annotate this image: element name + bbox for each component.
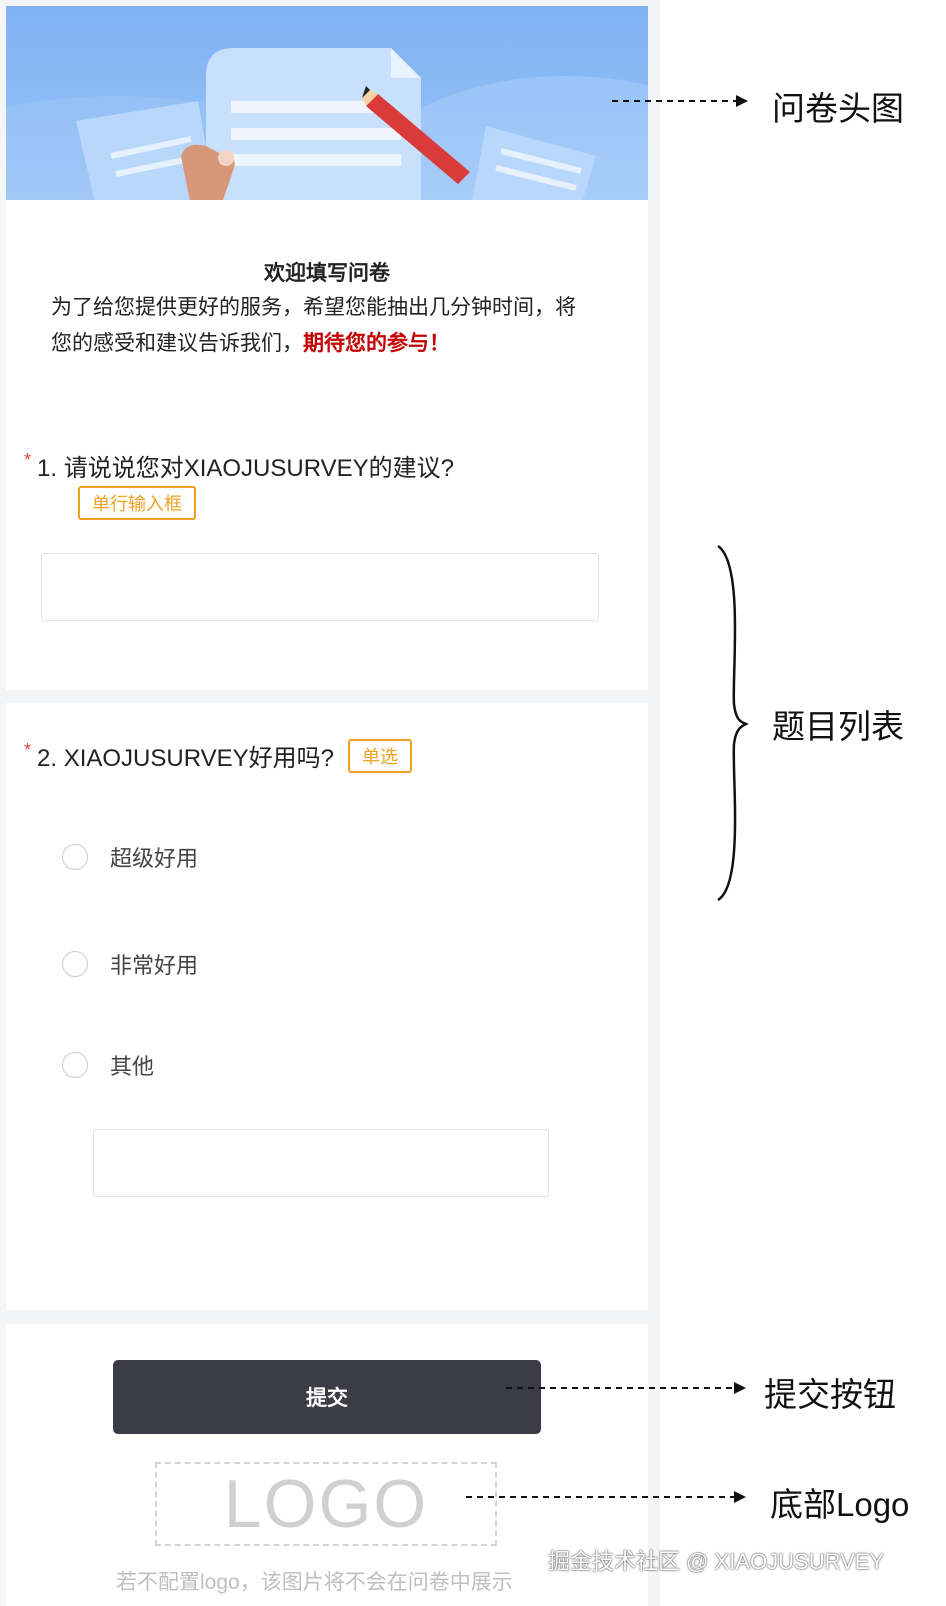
- logo-note: 若不配置logo，该图片将不会在问卷中展示: [116, 1571, 513, 1594]
- intro-highlight-text: 期待您的参与！: [303, 332, 450, 355]
- brace-icon: [717, 544, 749, 902]
- question-2: * 2. XIAOJUSURVEY好用吗? 单选 超级好用 非常好用 其他: [6, 703, 648, 1310]
- question-2-title: * 2. XIAOJUSURVEY好用吗? 单选: [24, 738, 412, 773]
- annotation-bottom-logo: 底部Logo: [770, 1486, 910, 1523]
- arrow-icon: [466, 1491, 746, 1503]
- question-type-tag: 单行输入框: [78, 486, 196, 520]
- question-2-text: 2. XIAOJUSURVEY好用吗?: [37, 745, 334, 772]
- option-label: 非常好用: [110, 953, 199, 978]
- option-very-good[interactable]: 非常好用: [62, 948, 198, 980]
- question-1: * 1. 请说说您对XIAOJUSURVEY的建议? 单行输入框: [6, 430, 648, 690]
- option-label: 超级好用: [110, 846, 199, 871]
- annotation-submit-button: 提交按钮: [764, 1376, 896, 1413]
- watermark: 掘金技术社区 @ XIAOJUSURVEY: [548, 1549, 885, 1574]
- annotation-question-list: 题目列表: [772, 708, 904, 745]
- question-1-text-input[interactable]: [41, 553, 599, 621]
- question-1-title: * 1. 请说说您对XIAOJUSURVEY的建议?: [24, 448, 454, 483]
- other-option-input[interactable]: [93, 1129, 549, 1197]
- intro-title: 欢迎填写问卷: [264, 262, 390, 285]
- radio-icon[interactable]: [62, 1052, 88, 1078]
- annotation-header: 问卷头图: [772, 90, 904, 127]
- survey-page: 欢迎填写问卷 为了给您提供更好的服务，希望您能抽出几分钟时间，将您的感受和建议告…: [0, 0, 660, 1606]
- option-label: 其他: [110, 1054, 155, 1079]
- bottom-logo: LOGO: [155, 1462, 497, 1546]
- option-super-good[interactable]: 超级好用: [62, 841, 198, 873]
- required-mark: *: [24, 740, 32, 760]
- question-1-text: 1. 请说说您对XIAOJUSURVEY的建议?: [37, 455, 454, 482]
- required-mark: *: [24, 450, 32, 470]
- arrow-icon: [612, 95, 748, 107]
- survey-header-image: [6, 6, 648, 200]
- radio-icon[interactable]: [62, 951, 88, 977]
- radio-icon[interactable]: [62, 844, 88, 870]
- intro-text: 为了给您提供更好的服务，希望您能抽出几分钟时间，将您的感受和建议告诉我们，期待您…: [51, 290, 591, 362]
- submit-button[interactable]: 提交: [113, 1360, 541, 1434]
- question-type-tag: 单选: [348, 738, 412, 773]
- arrow-icon: [506, 1382, 746, 1394]
- option-other[interactable]: 其他: [62, 1049, 154, 1081]
- survey-illustration: [6, 48, 648, 200]
